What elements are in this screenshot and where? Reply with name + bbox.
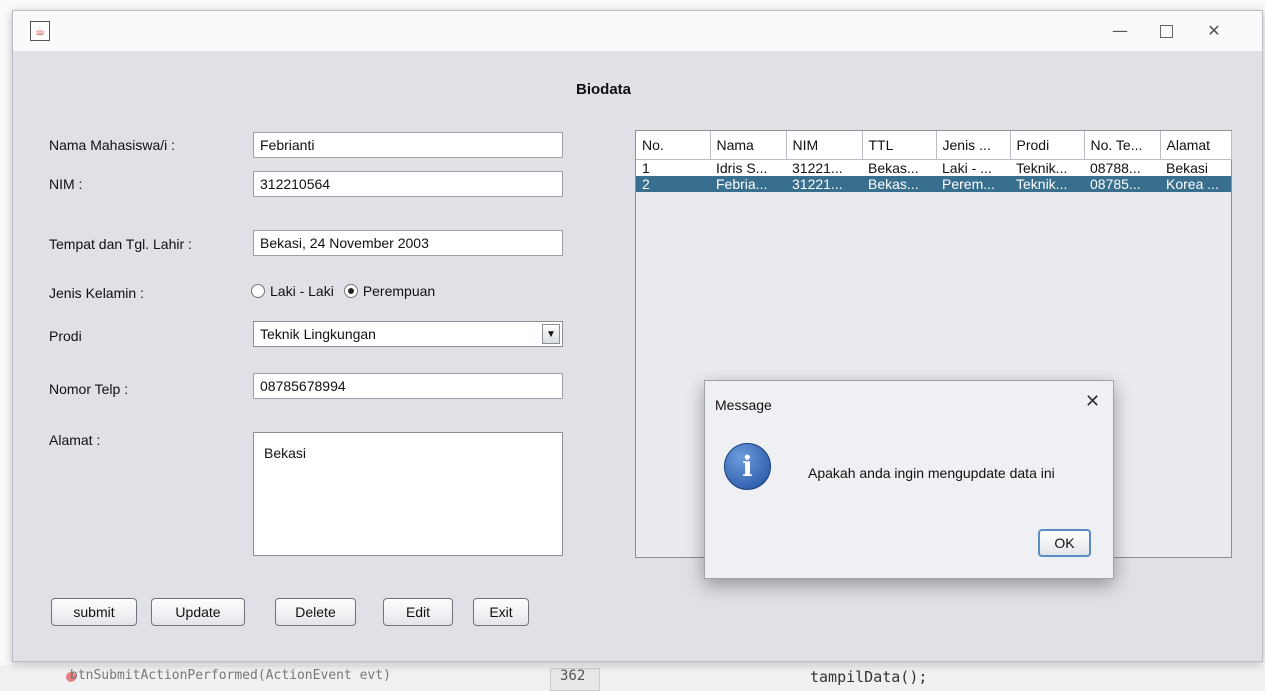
label-telp: Nomor Telp : — [49, 381, 129, 397]
table-cell: Teknik... — [1010, 176, 1084, 192]
table-header-cell[interactable]: Jenis ... — [936, 131, 1011, 160]
prodi-select[interactable]: Teknik Lingkungan ▼ — [253, 321, 563, 347]
table-header-cell[interactable]: TTL — [862, 131, 937, 160]
close-button[interactable]: ✕ — [1199, 19, 1229, 43]
radio-label-laki-laki: Laki - Laki — [270, 283, 334, 299]
alamat-textarea[interactable]: Bekasi — [253, 432, 563, 556]
dialog-close-button[interactable]: ✕ — [1085, 391, 1100, 412]
maximize-icon — [1159, 25, 1173, 38]
table-cell: Febria... — [710, 176, 786, 192]
ok-button[interactable]: OK — [1038, 529, 1091, 557]
submit-button[interactable]: submit — [51, 598, 137, 626]
table-cell: Bekas... — [862, 159, 936, 176]
table-cell: Korea ... — [1160, 176, 1231, 192]
info-icon: i — [724, 443, 771, 490]
table-cell: Perem... — [936, 176, 1010, 192]
table-cell: 08788... — [1084, 159, 1160, 176]
nama-field[interactable]: Febrianti — [253, 132, 563, 158]
ide-line-number: 362 — [560, 668, 586, 684]
radio-laki-laki[interactable] — [251, 284, 265, 298]
table-header-cell[interactable]: Alamat — [1160, 131, 1232, 160]
table-cell: Laki - ... — [936, 159, 1010, 176]
table-header-cell[interactable]: Nama — [710, 131, 787, 160]
form-title: Biodata — [576, 81, 632, 98]
table-header-cell[interactable]: No. Te... — [1084, 131, 1161, 160]
prodi-selected-value: Teknik Lingkungan — [260, 326, 376, 342]
maximize-button[interactable] — [1151, 19, 1181, 43]
table-header-row: No. Nama NIM TTL Jenis ... Prodi No. Te... Alam… — [636, 131, 1232, 160]
window-titlebar: ☕ — ✕ — [13, 11, 1262, 51]
dialog-message: Apakah anda ingin mengupdate data ini — [808, 465, 1055, 481]
table-cell: Bekasi — [1160, 159, 1231, 176]
table-header-cell[interactable]: Prodi — [1010, 131, 1085, 160]
ttl-field[interactable]: Bekasi, 24 November 2003 — [253, 230, 563, 256]
table-cell: 2 — [636, 176, 710, 192]
table-header-cell[interactable]: NIM — [786, 131, 863, 160]
java-icon: ☕ — [30, 21, 50, 41]
table-cell: 31221... — [786, 159, 862, 176]
delete-button[interactable]: Delete — [275, 598, 356, 626]
update-button[interactable]: Update — [151, 598, 245, 626]
message-dialog: Message ✕ i Apakah anda ingin mengupdate… — [704, 380, 1114, 579]
table-cell: 31221... — [786, 176, 862, 192]
table-cell: Idris S... — [710, 159, 786, 176]
label-jenis-kelamin: Jenis Kelamin : — [49, 285, 144, 301]
radio-label-perempuan: Perempuan — [362, 283, 436, 299]
nim-field[interactable]: 312210564 — [253, 171, 563, 197]
label-ttl: Tempat dan Tgl. Lahir : — [49, 236, 192, 252]
table-cell: Teknik... — [1010, 159, 1084, 176]
label-prodi: Prodi — [49, 328, 82, 344]
gender-radio-group: Laki - Laki Perempuan — [251, 283, 445, 299]
table-cell: Bekas... — [862, 176, 936, 192]
label-nama: Nama Mahasiswa/i : — [49, 137, 176, 153]
table-row[interactable]: 2 Febria... 31221... Bekas... Perem... Teknik… — [636, 176, 1231, 192]
telp-field[interactable]: 08785678994 — [253, 373, 563, 399]
chevron-down-icon[interactable]: ▼ — [542, 324, 560, 344]
ide-method-text: btnSubmitActionPerformed(ActionEvent evt… — [70, 668, 391, 683]
ide-code-line: tampilData(); — [810, 668, 928, 686]
table-cell: 08785... — [1084, 176, 1160, 192]
label-alamat: Alamat : — [49, 432, 101, 448]
radio-perempuan[interactable] — [343, 284, 358, 298]
minimize-button[interactable]: — — [1105, 19, 1135, 43]
edit-button[interactable]: Edit — [383, 598, 453, 626]
table-row[interactable]: 1 Idris S... 31221... Bekas... Laki - ... Tek… — [636, 159, 1231, 176]
exit-button[interactable]: Exit — [473, 598, 529, 626]
label-nim: NIM : — [49, 176, 83, 192]
dialog-title: Message — [715, 397, 772, 413]
table-header-cell[interactable]: No. — [636, 131, 711, 160]
table-cell: 1 — [636, 159, 710, 176]
